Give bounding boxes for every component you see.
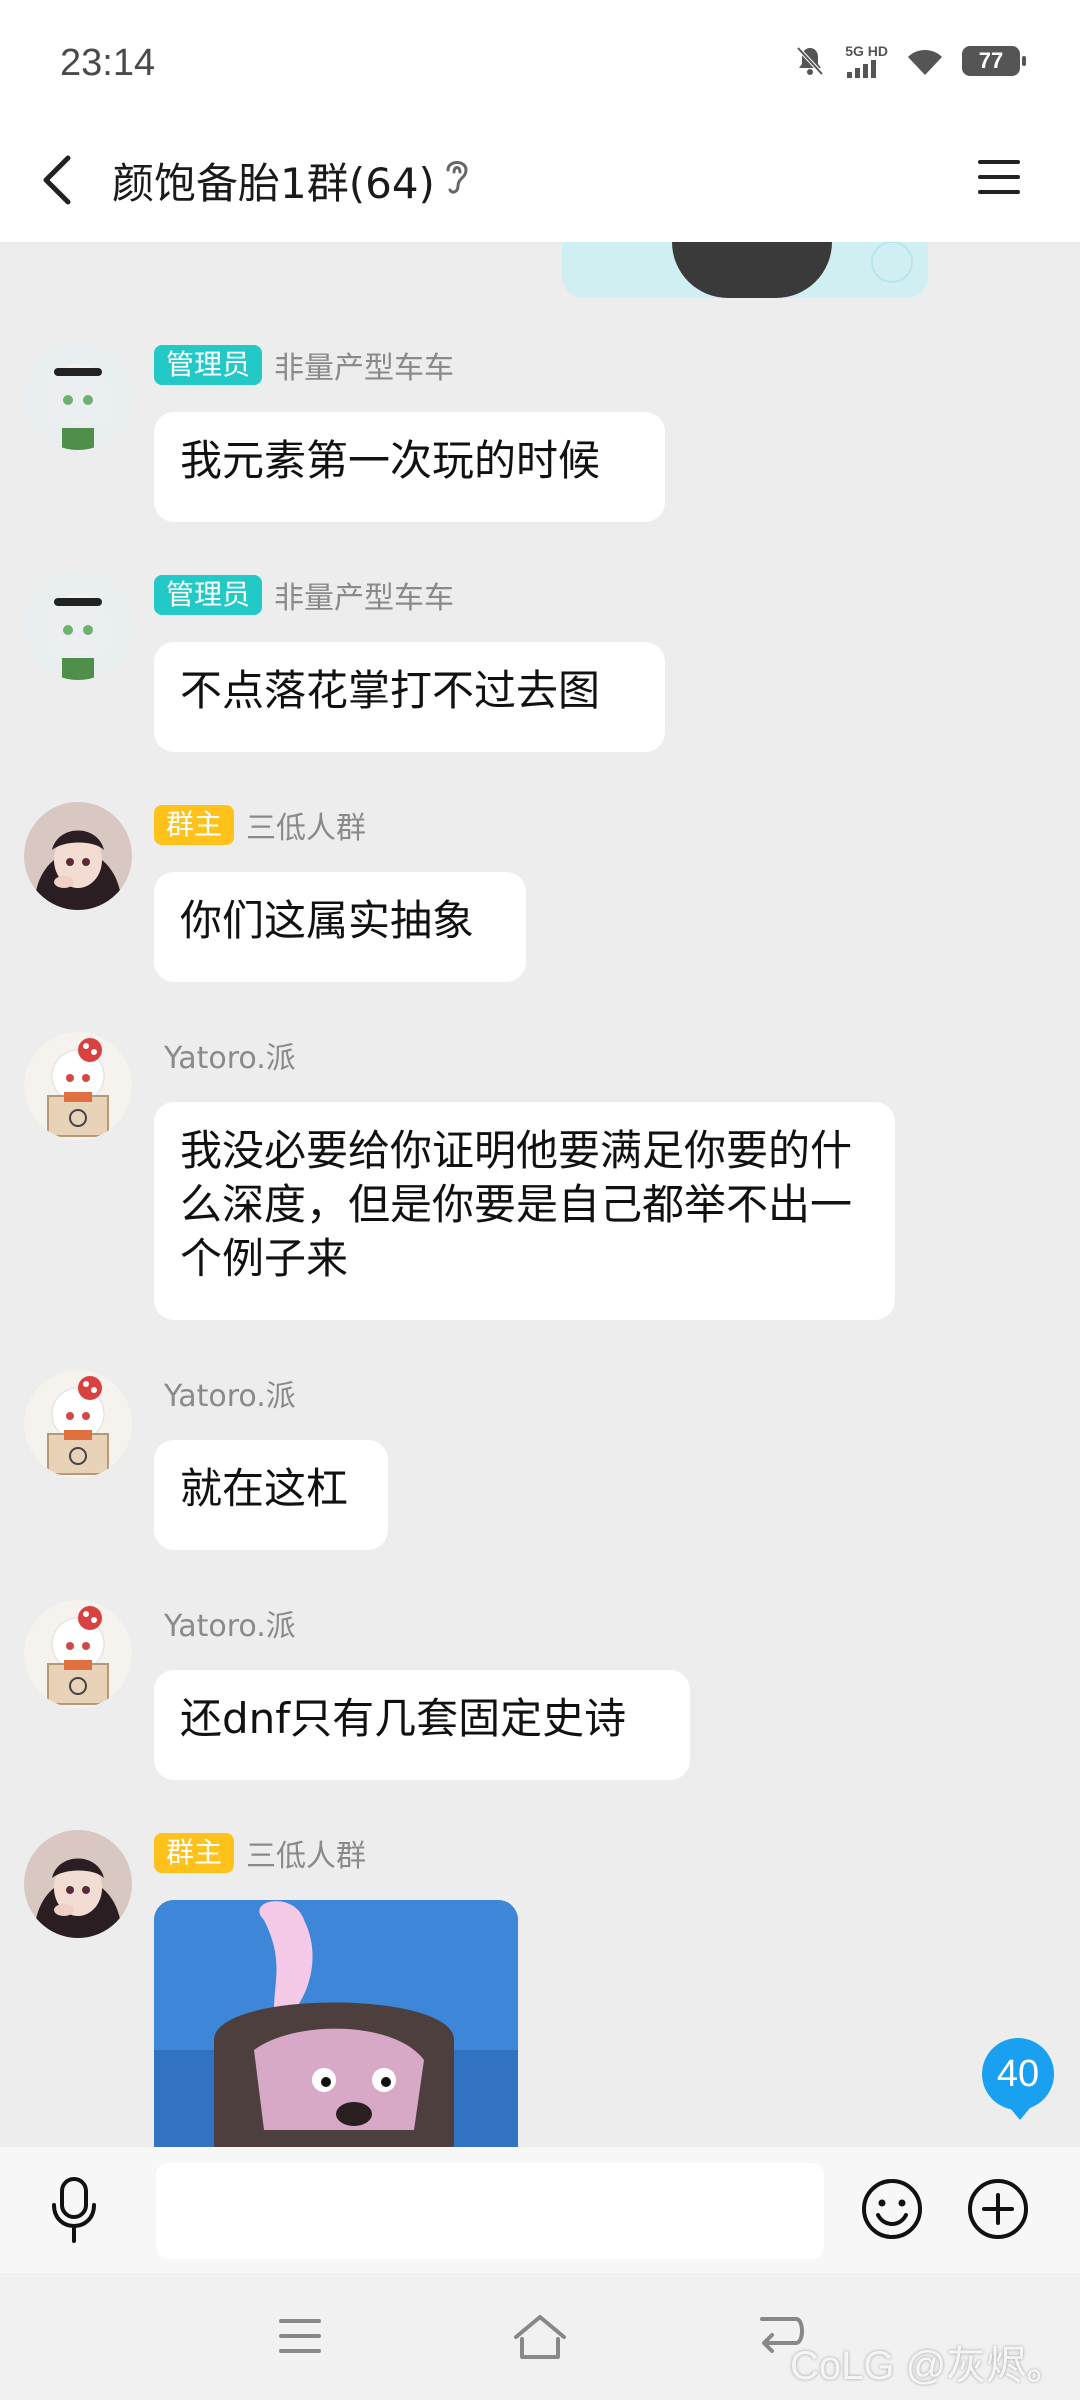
sender-nickname[interactable]: Yatoro.派 <box>164 1033 296 1077</box>
menu-icon[interactable] <box>974 152 1024 202</box>
sender-meta: 群主 三低人群 <box>154 804 366 846</box>
battery-indicator: 77 <box>962 46 1026 76</box>
network-indicator: 5G HD <box>845 44 888 78</box>
admin-badge: 管理员 <box>154 575 263 615</box>
avatar[interactable] <box>24 572 132 680</box>
sender-meta: 群主 三低人群 <box>154 1832 366 1874</box>
recent-apps-icon[interactable] <box>275 2313 325 2359</box>
plus-icon[interactable] <box>966 2177 1030 2241</box>
avatar[interactable] <box>24 342 132 450</box>
unread-count-badge[interactable]: 40 <box>982 2038 1054 2120</box>
message-bubble[interactable]: 还dnf只有几套固定史诗 <box>154 1670 690 1780</box>
chat-screen: 23:14 5G HD 77 颜饱备胎1群(64) 管理员 非量产型车车 我元素… <box>0 0 1080 2400</box>
sender-nickname[interactable]: 三低人群 <box>246 1831 366 1875</box>
status-bar: 23:14 5G HD 77 <box>0 0 1080 130</box>
system-nav-bar: CoLG @灰烬。 <box>0 2273 1080 2400</box>
message-list[interactable]: 管理员 非量产型车车 我元素第一次玩的时候 管理员 非量产型车车 不点落花掌打不… <box>0 242 1080 2147</box>
message-input[interactable] <box>156 2163 824 2259</box>
sender-meta: Yatoro.派 <box>154 1034 296 1076</box>
input-bar <box>0 2147 1080 2273</box>
admin-badge: 管理员 <box>154 345 263 385</box>
emoji-icon[interactable] <box>860 2177 924 2241</box>
message-bubble[interactable]: 我元素第一次玩的时候 <box>154 412 665 522</box>
message-bubble[interactable]: 我没必要给你证明他要满足你要的什么深度，但是你要是自己都举不出一个例子来 <box>154 1102 895 1320</box>
avatar[interactable] <box>24 1830 132 1938</box>
watermark: CoLG @灰烬。 <box>790 2344 1067 2388</box>
network-label: 5G HD <box>845 43 888 59</box>
wifi-icon <box>908 49 942 75</box>
sender-meta: Yatoro.派 <box>154 1372 296 1414</box>
sender-nickname[interactable]: Yatoro.派 <box>164 1601 296 1645</box>
sender-meta: 管理员 非量产型车车 <box>154 574 454 616</box>
avatar[interactable] <box>24 1370 132 1478</box>
signal-icon <box>847 60 877 78</box>
avatar[interactable] <box>24 1600 132 1708</box>
group-title: 颜饱备胎1群(64) <box>112 159 435 208</box>
sender-nickname[interactable]: 三低人群 <box>246 803 366 847</box>
message-bubble[interactable]: 就在这杠 <box>154 1440 388 1550</box>
ear-icon[interactable] <box>440 154 474 198</box>
owner-badge: 群主 <box>154 1833 235 1873</box>
sender-meta: Yatoro.派 <box>154 1602 296 1644</box>
image-message[interactable] <box>154 1900 518 2147</box>
back-arrow-icon[interactable] <box>38 150 78 210</box>
status-time: 23:14 <box>60 42 156 84</box>
message-bubble[interactable]: 你们这属实抽象 <box>154 872 526 982</box>
owner-badge: 群主 <box>154 805 235 845</box>
avatar[interactable] <box>24 802 132 910</box>
sender-nickname[interactable]: 非量产型车车 <box>274 343 454 387</box>
sender-nickname[interactable]: 非量产型车车 <box>274 573 454 617</box>
avatar[interactable] <box>24 1032 132 1140</box>
sender-nickname[interactable]: Yatoro.派 <box>164 1371 296 1415</box>
status-icons: 5G HD 77 <box>793 44 1026 78</box>
chat-header: 颜饱备胎1群(64) <box>0 130 1080 242</box>
sender-meta: 管理员 非量产型车车 <box>154 344 454 386</box>
image-message-partial[interactable] <box>562 242 928 298</box>
microphone-icon[interactable] <box>46 2175 102 2245</box>
mute-bell-icon <box>796 46 824 76</box>
message-bubble[interactable]: 不点落花掌打不过去图 <box>154 642 665 752</box>
home-icon[interactable] <box>510 2309 570 2363</box>
